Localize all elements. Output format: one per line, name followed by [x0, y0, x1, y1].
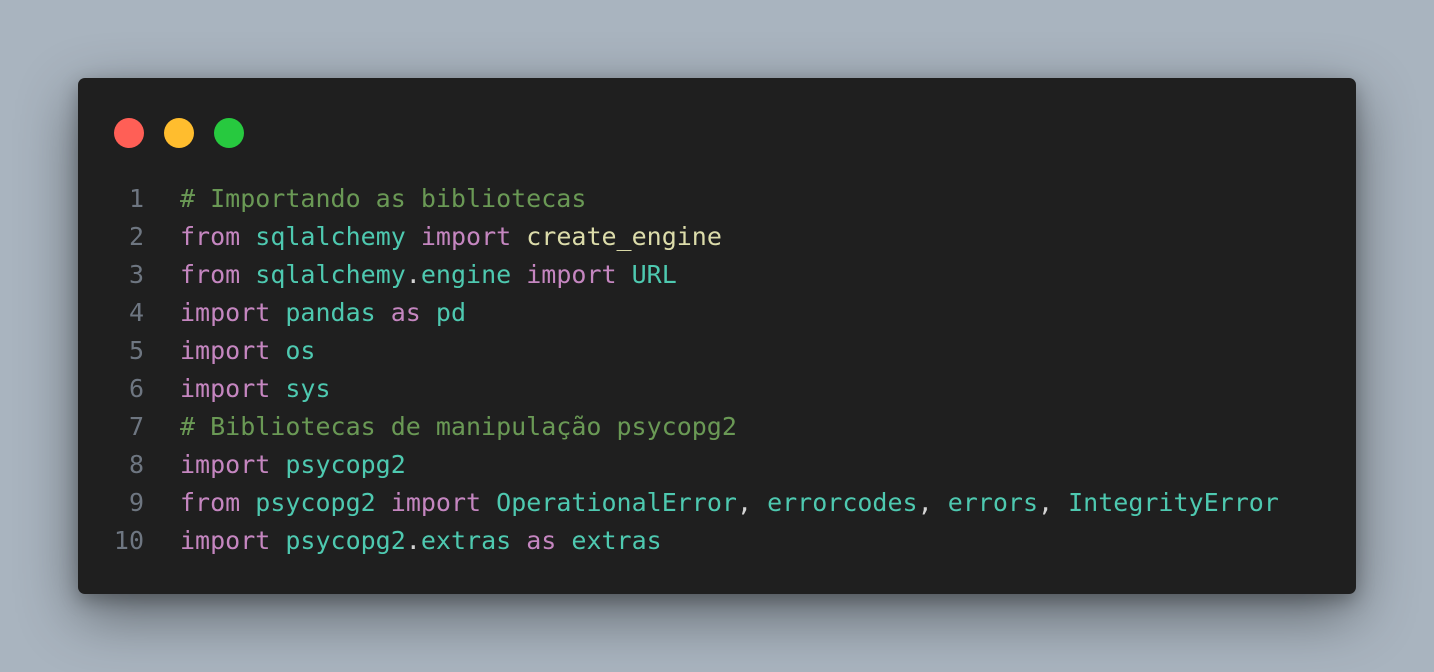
code-token-punct: . [405, 526, 421, 555]
line-number: 9 [128, 488, 144, 517]
code-token-module: errorcodes [767, 488, 918, 517]
code-token-module: psycopg2 [285, 526, 406, 555]
code-token-module: errors [947, 488, 1039, 517]
code-token-module: pandas [285, 298, 376, 327]
code-token-keyword: import [180, 450, 271, 479]
code-token-keyword: as [390, 298, 421, 327]
line-source: from sqlalchemy import create_engine [180, 218, 722, 256]
code-token-punct: , [1038, 488, 1069, 517]
code-token-module: engine [420, 260, 512, 289]
code-token-module: sys [285, 374, 331, 403]
code-token-keyword: import [390, 488, 482, 517]
code-token-keyword: import [526, 260, 617, 289]
close-button[interactable] [114, 118, 144, 148]
code-token-punct: , [736, 488, 768, 517]
code-token-module: IntegrityError [1068, 488, 1279, 517]
line-source: import psycopg2.extras as extras [180, 522, 662, 560]
code-line: 3 from sqlalchemy.engine import URL [78, 256, 1356, 294]
line-number: 8 [128, 450, 144, 479]
code-token-module: psycopg2 [285, 450, 406, 479]
code-line: 1 # Importando as bibliotecas [78, 180, 1356, 218]
code-token-punct: . [405, 260, 421, 289]
line-source: import psycopg2 [180, 446, 406, 484]
code-token-keyword: import [180, 526, 271, 555]
code-token-module: psycopg2 [255, 488, 376, 517]
code-line: 8 import psycopg2 [78, 446, 1356, 484]
line-source: # Bibliotecas de manipulação psycopg2 [180, 408, 737, 446]
code-line: 10 import psycopg2.extras as extras [78, 522, 1356, 560]
line-source: import pandas as pd [180, 294, 466, 332]
line-number: 7 [128, 412, 144, 441]
line-number: 5 [128, 336, 144, 365]
line-source: from sqlalchemy.engine import URL [180, 256, 677, 294]
code-token-keyword: import [420, 222, 512, 251]
code-token-keyword: from [180, 222, 241, 251]
line-number: 2 [128, 222, 144, 251]
line-source: import sys [180, 370, 331, 408]
line-number: 6 [128, 374, 144, 403]
line-number: 3 [128, 260, 144, 289]
code-line: 6 import sys [78, 370, 1356, 408]
code-token-keyword: import [180, 298, 271, 327]
line-source: # Importando as bibliotecas [180, 180, 586, 218]
code-token-module: extras [420, 526, 512, 555]
code-line: 5 import os [78, 332, 1356, 370]
code-token-func: create_engine [526, 222, 722, 251]
code-token-keyword: from [180, 260, 241, 289]
window-controls [114, 118, 244, 148]
code-token-module: sqlalchemy [255, 260, 406, 289]
code-token-module: URL [631, 260, 677, 289]
minimize-button[interactable] [164, 118, 194, 148]
line-number: 10 [113, 526, 144, 555]
code-line: 9 from psycopg2 import OperationalError, … [78, 484, 1356, 522]
code-token-comment: # Bibliotecas de manipulação psycopg2 [180, 412, 737, 441]
code-token-punct: , [917, 488, 948, 517]
code-line: 4 import pandas as pd [78, 294, 1356, 332]
line-source: from psycopg2 import OperationalError, e… [180, 484, 1279, 522]
code-window: 1 # Importando as bibliotecas 2 from sqlalc… [78, 78, 1356, 594]
line-number: 4 [128, 298, 144, 327]
code-token-module: sqlalchemy [255, 222, 406, 251]
code-token-keyword: import [180, 374, 271, 403]
code-token-keyword: as [526, 526, 557, 555]
code-token-module: OperationalError [496, 488, 737, 517]
code-token-module: extras [571, 526, 662, 555]
code-token-module: os [285, 336, 316, 365]
code-line: 7 # Bibliotecas de manipulação psycopg2 [78, 408, 1356, 446]
line-number: 1 [128, 184, 144, 213]
maximize-button[interactable] [214, 118, 244, 148]
code-token-module: pd [435, 298, 467, 327]
code-token-comment: # Importando as bibliotecas [180, 184, 587, 213]
code-token-keyword: import [180, 336, 271, 365]
code-block: 1 # Importando as bibliotecas 2 from sqlalc… [78, 180, 1356, 560]
line-source: import os [180, 332, 315, 370]
code-token-keyword: from [180, 488, 241, 517]
code-line: 2 from sqlalchemy import create_engine [78, 218, 1356, 256]
